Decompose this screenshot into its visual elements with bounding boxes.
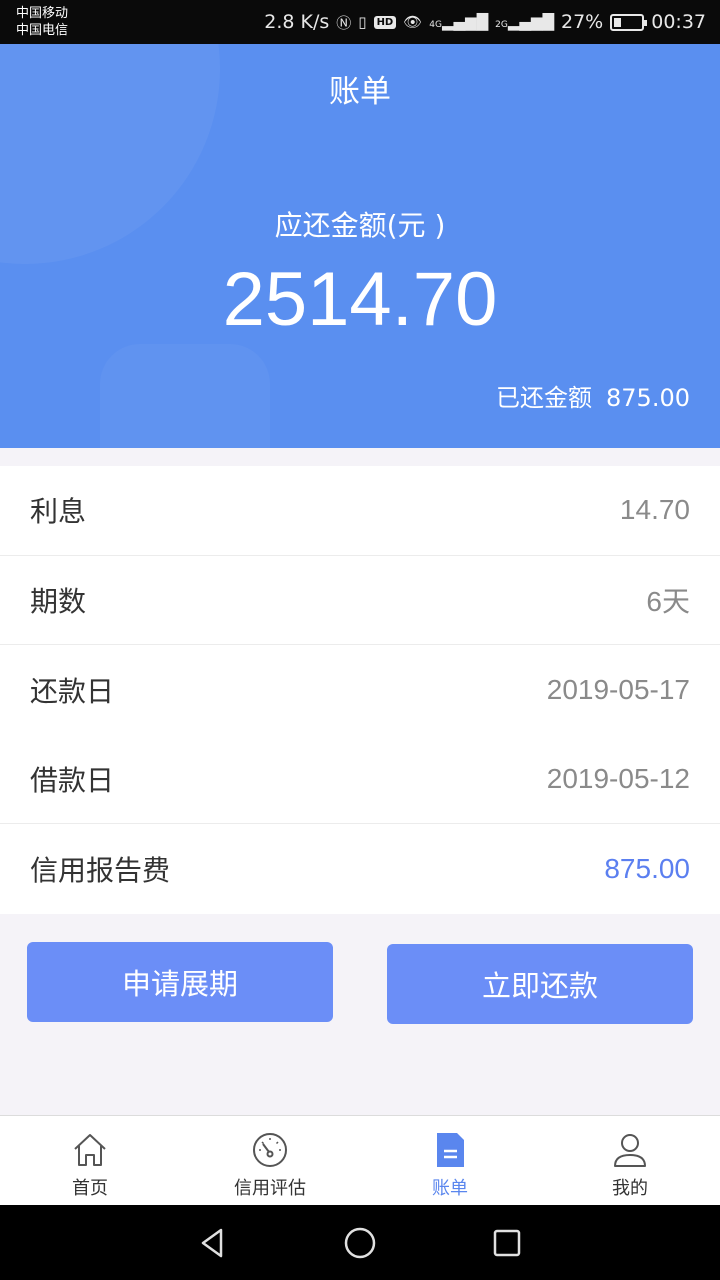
- user-icon: [614, 1134, 646, 1167]
- tab-home[interactable]: 首页: [0, 1116, 180, 1205]
- carrier-1: 中国移动: [16, 6, 69, 21]
- recents-icon[interactable]: [489, 1225, 525, 1261]
- repaid-value: 875.00: [606, 384, 690, 412]
- due-amount-value: 2514.70: [222, 257, 498, 342]
- vibrate-icon: ▯: [358, 13, 367, 31]
- tab-bill[interactable]: 账单: [360, 1116, 540, 1205]
- home-icon: [74, 1134, 106, 1166]
- carrier-info: 中国移动 中国电信: [16, 5, 68, 39]
- hd-icon: HD: [373, 15, 397, 29]
- detail-label: 利息: [30, 495, 87, 529]
- status-bar: 中国移动 中国电信 2.8 K/s Ⓝ ▯ HD 👁 4G▂▄▆█ 2G▂▄▆█…: [0, 0, 720, 44]
- tab-label: 账单: [432, 1178, 468, 1199]
- apply-extension-button[interactable]: 申请展期: [27, 942, 333, 1022]
- detail-value: 875.00: [604, 853, 690, 885]
- detail-label: 借款日: [30, 764, 115, 798]
- nfc-icon: Ⓝ: [336, 13, 352, 32]
- detail-value: 14.70: [619, 494, 690, 526]
- clock: 00:37: [651, 11, 706, 33]
- tab-credit-assessment[interactable]: 信用评估: [180, 1116, 360, 1205]
- header-decoration: [100, 344, 270, 448]
- carrier-2: 中国电信: [16, 23, 69, 38]
- gauge-icon: [253, 1133, 287, 1167]
- repaid-label: 已还金额: [496, 384, 593, 412]
- detail-label: 信用报告费: [30, 854, 171, 888]
- tab-bar: 首页 信用评估 账单 我的: [0, 1115, 720, 1205]
- eye-icon: 👁: [403, 13, 423, 31]
- detail-value: 6天: [646, 585, 690, 617]
- detail-row-term: 期数 6天: [0, 556, 720, 646]
- tab-label: 我的: [612, 1178, 648, 1199]
- signal-2g-icon: 2G▂▄▆█: [495, 13, 554, 31]
- detail-label: 期数: [30, 584, 87, 618]
- bill-header: 账单 应还金额(元 ) 2514.70 已还金额 875.00: [0, 44, 720, 448]
- tab-label: 首页: [72, 1178, 108, 1199]
- back-icon[interactable]: [195, 1225, 231, 1261]
- bill-details: 利息 14.70 期数 6天 还款日 2019-05-17 借款日 2019-0…: [0, 466, 720, 914]
- detail-row-repay-date: 还款日 2019-05-17: [0, 645, 720, 735]
- detail-value: 2019-05-12: [546, 763, 690, 795]
- signal-4g-icon: 4G▂▄▆█: [429, 13, 489, 31]
- page-title: 账单: [329, 74, 391, 110]
- tab-label: 信用评估: [234, 1178, 306, 1199]
- battery-level: [614, 17, 622, 27]
- home-button-icon[interactable]: [342, 1225, 378, 1261]
- repay-now-button[interactable]: 立即还款: [387, 944, 693, 1024]
- network-speed: 2.8 K/s: [264, 11, 330, 33]
- status-indicators: 2.8 K/s Ⓝ ▯ HD 👁 4G▂▄▆█ 2G▂▄▆█ 27% 00:37: [264, 0, 706, 44]
- bill-icon: [437, 1133, 464, 1167]
- due-amount-label: 应还金额(元 ): [274, 209, 446, 242]
- system-nav-bar: [0, 1205, 720, 1280]
- detail-row-interest: 利息 14.70: [0, 466, 720, 556]
- repaid-amount: 已还金额 875.00: [496, 378, 690, 413]
- tab-me[interactable]: 我的: [540, 1116, 720, 1205]
- detail-label: 还款日: [30, 674, 115, 708]
- detail-row-loan-date: 借款日 2019-05-12: [0, 735, 720, 825]
- detail-row-credit-fee: 信用报告费 875.00: [0, 824, 720, 914]
- detail-value: 2019-05-17: [546, 673, 690, 705]
- battery-icon: [610, 13, 648, 31]
- battery-percent: 27%: [561, 11, 604, 33]
